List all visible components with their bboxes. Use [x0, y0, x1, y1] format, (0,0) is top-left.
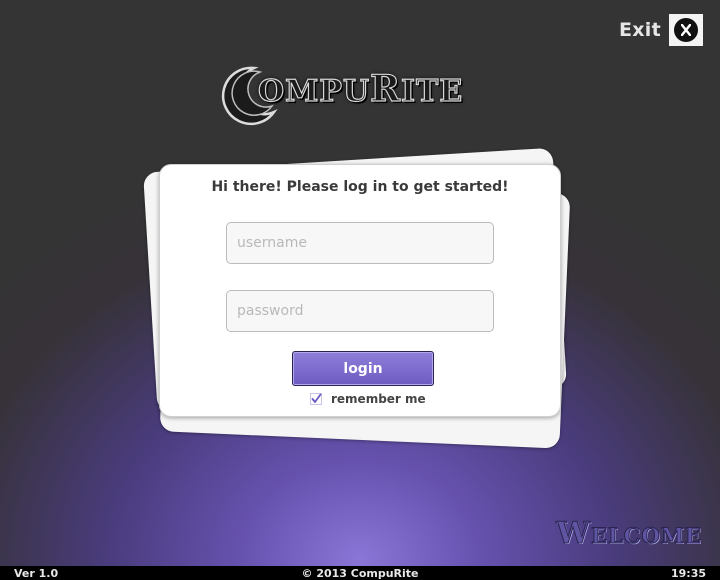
checkmark-icon[interactable] — [309, 393, 322, 406]
exit-icon-box[interactable] — [669, 14, 703, 46]
greeting-text: Hi there! Please log in to get started! — [211, 179, 509, 195]
logo-part-ite: ITE — [400, 73, 464, 109]
remember-me-label[interactable]: remember me — [331, 392, 426, 406]
logo-part-r: R — [369, 67, 401, 110]
copyright-text: © 2013 CompuRite — [301, 567, 419, 580]
exit-button[interactable]: Exit — [619, 14, 703, 46]
username-input[interactable] — [226, 222, 494, 264]
login-card: Hi there! Please log in to get started! … — [159, 164, 561, 417]
login-button[interactable]: login — [292, 351, 434, 386]
close-x-icon[interactable] — [674, 18, 698, 42]
clock-text: 19:35 — [670, 567, 706, 580]
logo-wordmark: OMPURITE — [257, 67, 464, 110]
welcome-watermark: Welcome — [556, 516, 702, 552]
exit-label[interactable]: Exit — [619, 19, 661, 41]
password-input[interactable] — [226, 290, 494, 332]
logo-part-ompu: OMPU — [257, 73, 371, 109]
status-bar: Ver 1.0 © 2013 CompuRite 19:35 — [0, 566, 720, 580]
compurite-logo: OMPURITE — [216, 62, 506, 126]
remember-me-checkbox[interactable]: remember me — [309, 392, 426, 406]
